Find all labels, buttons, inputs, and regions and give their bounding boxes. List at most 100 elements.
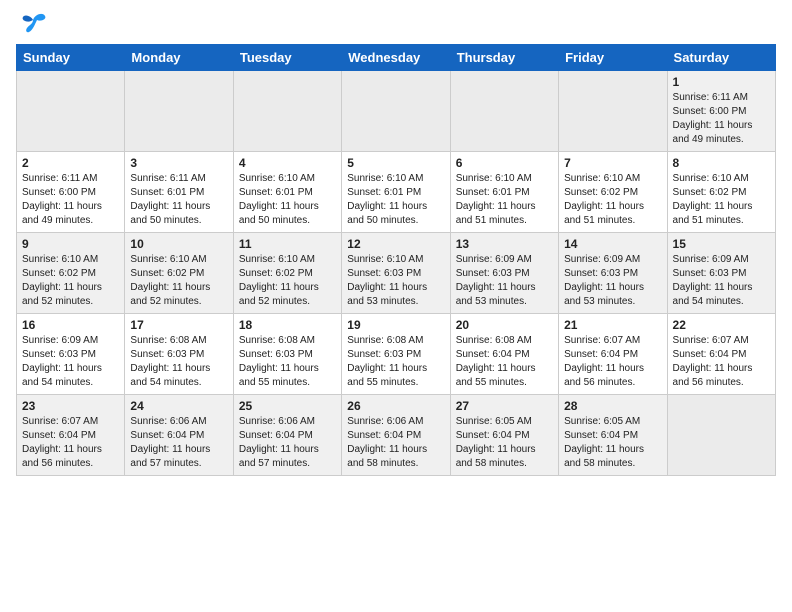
day-info: Sunrise: 6:09 AM Sunset: 6:03 PM Dayligh… [564,253,661,309]
calendar-day [17,71,125,152]
day-number: 6 [456,156,553,170]
header-thursday: Thursday [450,45,558,71]
calendar-day: 4 Sunrise: 6:10 AM Sunset: 6:01 PM Daylig… [233,152,341,233]
day-number: 16 [22,318,119,332]
day-number: 1 [673,75,770,89]
logo-bird-icon [19,12,47,34]
day-number: 25 [239,399,336,413]
day-number: 28 [564,399,661,413]
day-number: 7 [564,156,661,170]
calendar-day: 27Sunrise: 6:05 AM Sunset: 6:04 PM Dayli… [450,395,558,476]
day-info: Sunrise: 6:11 AM Sunset: 6:01 PM Dayligh… [130,172,227,228]
calendar-day: 23 Sunrise: 6:07 AM Sunset: 6:04 PM Dayli… [17,395,125,476]
calendar-day: 11 Sunrise: 6:10 AM Sunset: 6:02 PM Dayli… [233,233,341,314]
calendar-day: 5 Sunrise: 6:10 AM Sunset: 6:01 PM Daylig… [342,152,450,233]
page: SundayMondayTuesdayWednesdayThursdayFrid… [0,0,792,612]
calendar-day: 1 Sunrise: 6:11 AM Sunset: 6:00 PM Daylig… [667,71,775,152]
day-info: Sunrise: 6:08 AM Sunset: 6:03 PM Dayligh… [130,334,227,390]
day-info: Sunrise: 6:05 AM Sunset: 6:04 PM Dayligh… [564,415,661,471]
day-info: Sunrise: 6:10 AM Sunset: 6:02 PM Dayligh… [239,253,336,309]
calendar-day: 24 Sunrise: 6:06 AM Sunset: 6:04 PM Dayli… [125,395,233,476]
header-saturday: Saturday [667,45,775,71]
calendar-day: 14 Sunrise: 6:09 AM Sunset: 6:03 PM Dayli… [559,233,667,314]
day-number: 9 [22,237,119,251]
calendar-day: 9 Sunrise: 6:10 AM Sunset: 6:02 PM Daylig… [17,233,125,314]
day-info: Sunrise: 6:06 AM Sunset: 6:04 PM Dayligh… [130,415,227,471]
calendar-day: 26 Sunrise: 6:06 AM Sunset: 6:04 PM Dayli… [342,395,450,476]
calendar: SundayMondayTuesdayWednesdayThursdayFrid… [16,44,776,476]
day-number: 17 [130,318,227,332]
calendar-day [233,71,341,152]
day-number: 21 [564,318,661,332]
day-info: Sunrise: 6:07 AM Sunset: 6:04 PM Dayligh… [673,334,770,390]
day-info: Sunrise: 6:06 AM Sunset: 6:04 PM Dayligh… [347,415,444,471]
day-number: 20 [456,318,553,332]
calendar-day: 20 Sunrise: 6:08 AM Sunset: 6:04 PM Dayli… [450,314,558,395]
day-number: 14 [564,237,661,251]
calendar-day: 3 Sunrise: 6:11 AM Sunset: 6:01 PM Daylig… [125,152,233,233]
calendar-week-1: 2Sunrise: 6:11 AM Sunset: 6:00 PM Daylig… [17,152,776,233]
day-number: 24 [130,399,227,413]
calendar-day [559,71,667,152]
day-number: 3 [130,156,227,170]
calendar-day: 10 Sunrise: 6:10 AM Sunset: 6:02 PM Dayli… [125,233,233,314]
calendar-day: 12 Sunrise: 6:10 AM Sunset: 6:03 PM Dayli… [342,233,450,314]
calendar-day: 15Sunrise: 6:09 AM Sunset: 6:03 PM Dayli… [667,233,775,314]
day-info: Sunrise: 6:08 AM Sunset: 6:03 PM Dayligh… [347,334,444,390]
calendar-week-0: 1 Sunrise: 6:11 AM Sunset: 6:00 PM Daylig… [17,71,776,152]
day-number: 11 [239,237,336,251]
day-info: Sunrise: 6:08 AM Sunset: 6:04 PM Dayligh… [456,334,553,390]
day-info: Sunrise: 6:05 AM Sunset: 6:04 PM Dayligh… [456,415,553,471]
calendar-day: 18Sunrise: 6:08 AM Sunset: 6:03 PM Dayli… [233,314,341,395]
day-number: 23 [22,399,119,413]
header-monday: Monday [125,45,233,71]
day-number: 22 [673,318,770,332]
calendar-day [342,71,450,152]
calendar-day [450,71,558,152]
calendar-day: 28 Sunrise: 6:05 AM Sunset: 6:04 PM Dayli… [559,395,667,476]
day-info: Sunrise: 6:10 AM Sunset: 6:03 PM Dayligh… [347,253,444,309]
day-info: Sunrise: 6:10 AM Sunset: 6:02 PM Dayligh… [22,253,119,309]
day-info: Sunrise: 6:10 AM Sunset: 6:01 PM Dayligh… [239,172,336,228]
calendar-day: 19 Sunrise: 6:08 AM Sunset: 6:03 PM Dayli… [342,314,450,395]
calendar-header-row: SundayMondayTuesdayWednesdayThursdayFrid… [17,45,776,71]
day-info: Sunrise: 6:08 AM Sunset: 6:03 PM Dayligh… [239,334,336,390]
day-info: Sunrise: 6:09 AM Sunset: 6:03 PM Dayligh… [456,253,553,309]
calendar-day: 2Sunrise: 6:11 AM Sunset: 6:00 PM Daylig… [17,152,125,233]
calendar-week-2: 9 Sunrise: 6:10 AM Sunset: 6:02 PM Daylig… [17,233,776,314]
calendar-day: 22 Sunrise: 6:07 AM Sunset: 6:04 PM Dayli… [667,314,775,395]
day-number: 10 [130,237,227,251]
calendar-week-3: 16 Sunrise: 6:09 AM Sunset: 6:03 PM Dayli… [17,314,776,395]
header-friday: Friday [559,45,667,71]
calendar-day [125,71,233,152]
calendar-day: 6 Sunrise: 6:10 AM Sunset: 6:01 PM Daylig… [450,152,558,233]
day-info: Sunrise: 6:10 AM Sunset: 6:02 PM Dayligh… [564,172,661,228]
calendar-day: 17 Sunrise: 6:08 AM Sunset: 6:03 PM Dayli… [125,314,233,395]
day-info: Sunrise: 6:09 AM Sunset: 6:03 PM Dayligh… [22,334,119,390]
header-sunday: Sunday [17,45,125,71]
logo [16,16,47,34]
day-number: 26 [347,399,444,413]
calendar-day: 25 Sunrise: 6:06 AM Sunset: 6:04 PM Dayli… [233,395,341,476]
day-info: Sunrise: 6:07 AM Sunset: 6:04 PM Dayligh… [22,415,119,471]
day-number: 8 [673,156,770,170]
day-number: 19 [347,318,444,332]
day-info: Sunrise: 6:10 AM Sunset: 6:01 PM Dayligh… [347,172,444,228]
day-number: 12 [347,237,444,251]
calendar-day: 21 Sunrise: 6:07 AM Sunset: 6:04 PM Dayli… [559,314,667,395]
calendar-day: 16 Sunrise: 6:09 AM Sunset: 6:03 PM Dayli… [17,314,125,395]
day-info: Sunrise: 6:06 AM Sunset: 6:04 PM Dayligh… [239,415,336,471]
calendar-day: 7 Sunrise: 6:10 AM Sunset: 6:02 PM Daylig… [559,152,667,233]
day-info: Sunrise: 6:10 AM Sunset: 6:01 PM Dayligh… [456,172,553,228]
day-number: 2 [22,156,119,170]
header-tuesday: Tuesday [233,45,341,71]
calendar-day [667,395,775,476]
day-info: Sunrise: 6:11 AM Sunset: 6:00 PM Dayligh… [673,91,770,147]
day-info: Sunrise: 6:07 AM Sunset: 6:04 PM Dayligh… [564,334,661,390]
day-number: 5 [347,156,444,170]
day-number: 13 [456,237,553,251]
header [16,16,776,34]
day-number: 4 [239,156,336,170]
header-wednesday: Wednesday [342,45,450,71]
day-info: Sunrise: 6:10 AM Sunset: 6:02 PM Dayligh… [130,253,227,309]
